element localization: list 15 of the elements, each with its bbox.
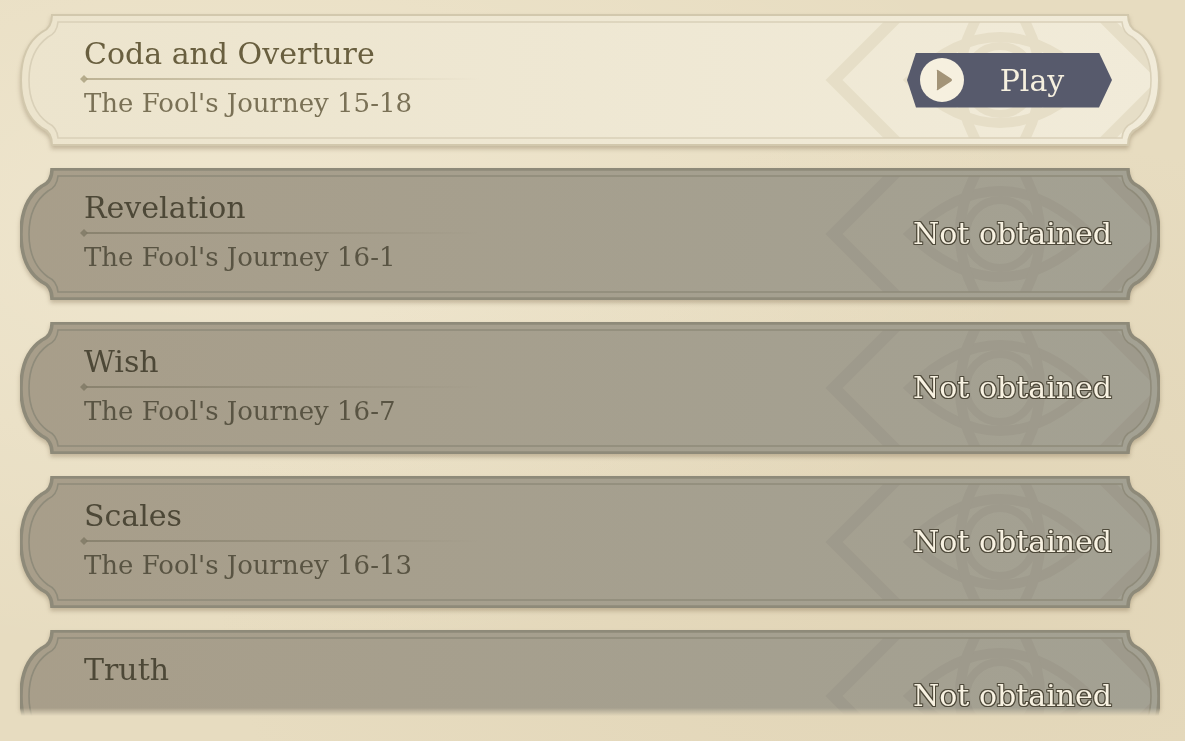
play-icon bbox=[920, 58, 964, 102]
scene-subtitle: The Fool's Journey 16-1 bbox=[84, 242, 396, 273]
status-label: Not obtained bbox=[913, 678, 1112, 714]
status-label: Not obtained bbox=[913, 370, 1112, 406]
scene-title: Coda and Overture bbox=[84, 35, 375, 72]
scene-title: Revelation bbox=[84, 189, 246, 226]
scene-subtitle: The Fool's Journey 15-18 bbox=[84, 88, 413, 119]
scene-subtitle: The Fool's Journey 16-13 bbox=[84, 550, 413, 581]
scene-title: Truth bbox=[84, 651, 170, 688]
scene-title: Scales bbox=[84, 497, 182, 534]
scene-subtitle: The Fool's Journey 16-7 bbox=[84, 396, 396, 427]
play-button[interactable]: Play bbox=[907, 52, 1112, 108]
status-label: Not obtained bbox=[913, 524, 1112, 560]
status-label: Not obtained bbox=[913, 216, 1112, 252]
scene-title: Wish bbox=[84, 343, 159, 380]
